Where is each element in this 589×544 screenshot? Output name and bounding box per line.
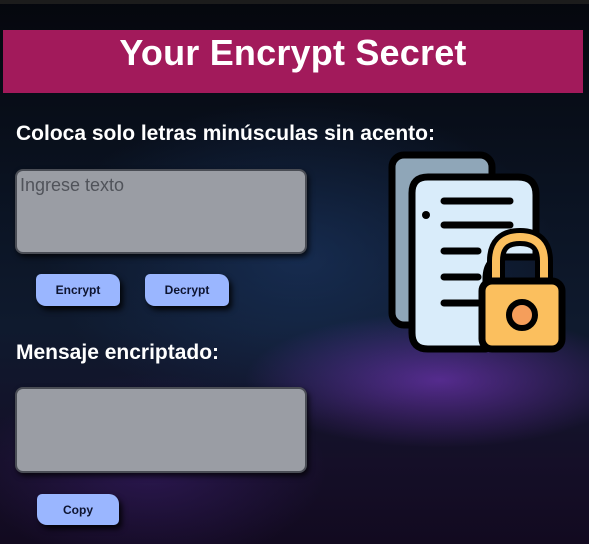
encrypt-button[interactable]: Encrypt [36,274,120,306]
output-textarea[interactable] [15,387,307,473]
page-title: Your Encrypt Secret [119,31,467,73]
title-banner: Your Encrypt Secret [3,30,583,93]
input-textarea[interactable] [15,169,307,254]
top-bar [0,0,589,4]
copy-button[interactable]: Copy [37,494,119,525]
input-instructions-label: Coloca solo letras minúsculas sin acento… [16,122,435,145]
output-label: Mensaje encriptado: [16,341,220,364]
decrypt-button[interactable]: Decrypt [145,274,229,306]
document-lock-icon [388,151,566,353]
